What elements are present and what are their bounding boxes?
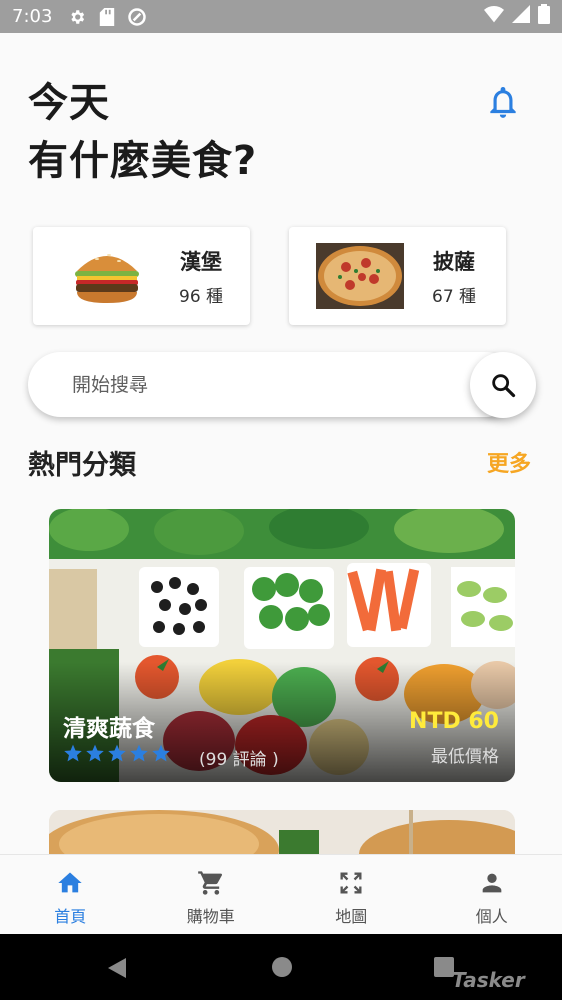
burger-image xyxy=(63,243,151,309)
nav-profile[interactable]: 個人 xyxy=(422,855,562,934)
status-time: 7:03 xyxy=(12,6,53,27)
nav-label: 地圖 xyxy=(335,907,368,926)
notification-bell-icon[interactable] xyxy=(484,82,522,122)
home-button-icon[interactable] xyxy=(271,956,293,978)
star-icon xyxy=(64,744,82,762)
sd-card-icon xyxy=(96,6,118,28)
featured-price: NTD 60 xyxy=(409,709,499,734)
star-icon xyxy=(86,744,104,762)
category-card-burger[interactable]: 漢堡 96 種 xyxy=(33,227,250,325)
fullscreen-icon xyxy=(340,872,362,894)
data-saver-icon xyxy=(126,6,148,28)
nav-label: 購物車 xyxy=(186,907,235,926)
nav-home[interactable]: 首頁 xyxy=(0,855,141,934)
page-title: 今天 有什麼美食? xyxy=(28,74,257,190)
category-count: 96 種 xyxy=(179,286,224,307)
featured-name: 清爽蔬食 xyxy=(63,716,155,742)
section-title: 熱門分類 xyxy=(28,450,136,481)
category-name: 漢堡 xyxy=(180,249,223,274)
bottom-navigation: 首頁 購物車 地圖 個人 xyxy=(0,854,562,934)
settings-gear-icon xyxy=(66,6,88,28)
category-name: 披薩 xyxy=(433,249,476,274)
nav-label: 個人 xyxy=(475,907,508,926)
battery-icon xyxy=(538,4,550,29)
nav-cart[interactable]: 購物車 xyxy=(141,855,282,934)
back-icon[interactable] xyxy=(106,956,128,980)
star-icon xyxy=(130,744,148,762)
status-indicators xyxy=(484,4,550,29)
category-card-pizza[interactable]: 披薩 67 種 xyxy=(289,227,506,325)
featured-category-card[interactable]: 清爽蔬食 (99 評論 ) NTD 60 最低價格 xyxy=(49,509,515,782)
greeting-line-1: 今天 xyxy=(28,80,110,126)
more-link[interactable]: 更多 xyxy=(487,446,531,478)
review-count: (99 評論 ) xyxy=(199,750,279,770)
search-button[interactable] xyxy=(470,352,536,418)
nav-map[interactable]: 地圖 xyxy=(281,855,422,934)
rating-stars xyxy=(63,743,171,763)
star-icon xyxy=(152,744,170,762)
person-icon xyxy=(482,873,502,893)
home-icon xyxy=(58,872,82,893)
cart-icon xyxy=(197,871,222,895)
pizza-image xyxy=(316,243,404,309)
category-count: 67 種 xyxy=(432,286,477,307)
search-bar xyxy=(28,352,518,417)
search-input[interactable] xyxy=(72,370,452,400)
greeting-line-2: 有什麼美食? xyxy=(28,138,258,184)
price-label: 最低價格 xyxy=(431,747,499,767)
star-icon xyxy=(108,744,126,762)
wifi-icon xyxy=(484,5,504,28)
search-icon xyxy=(492,374,516,398)
nav-label: 首頁 xyxy=(54,907,87,926)
status-bar: 7:03 xyxy=(0,0,562,33)
watermark-text: Tasker xyxy=(452,968,525,992)
signal-icon xyxy=(512,5,530,28)
